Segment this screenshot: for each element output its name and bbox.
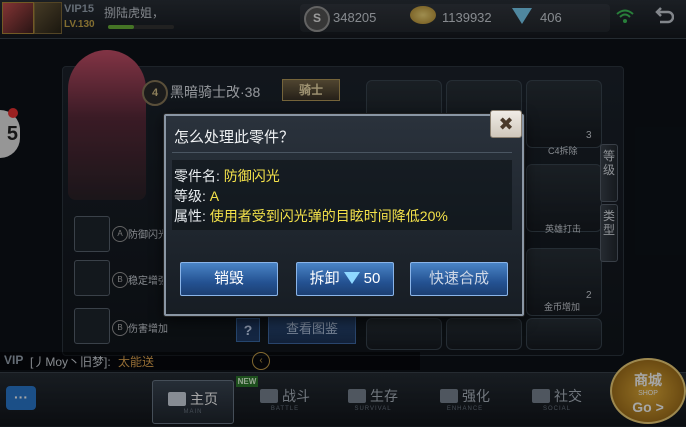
part-level-row: 等级: A bbox=[174, 186, 219, 206]
dismantle-label: 拆卸 bbox=[309, 270, 340, 287]
part-level-label: 等级: bbox=[174, 188, 206, 204]
part-level-value: A bbox=[209, 188, 220, 204]
part-attribute-label: 属性: bbox=[174, 208, 206, 224]
part-name-label: 零件名: bbox=[174, 168, 220, 184]
part-name-value: 防御闪光 bbox=[223, 168, 280, 184]
part-attribute-row: 属性: 使用者受到闪光弹的目眩时间降低20% bbox=[174, 206, 448, 226]
destroy-button[interactable]: 销毁 bbox=[180, 262, 278, 296]
dialog-divider bbox=[172, 152, 512, 153]
dismantle-button[interactable]: 拆卸 50 bbox=[296, 262, 394, 296]
quick-synthesis-button[interactable]: 快速合成 bbox=[410, 262, 508, 296]
part-name-row: 零件名: 防御闪光 bbox=[174, 166, 280, 186]
diamond-icon bbox=[343, 272, 360, 284]
close-button[interactable]: ✖ bbox=[490, 110, 522, 138]
dialog-title: 怎么处理此零件？ bbox=[174, 129, 295, 146]
part-attribute-value: 使用者受到闪光弹的目眩时间降低20% bbox=[209, 208, 448, 224]
dismantle-cost: 50 bbox=[363, 270, 381, 287]
